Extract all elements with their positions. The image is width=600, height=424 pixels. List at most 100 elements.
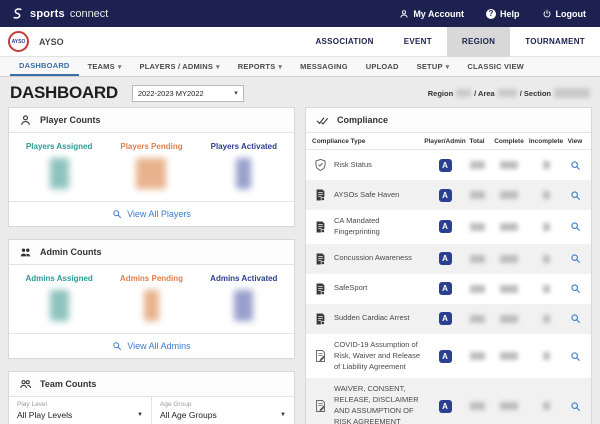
admins-activated-value-redacted bbox=[234, 290, 253, 321]
ayso-logo: AYSO bbox=[8, 31, 29, 52]
top-bar: sports connect My Account Help Logout bbox=[0, 0, 600, 27]
admins-pending-label: Admins Pending bbox=[105, 274, 197, 283]
nav-players-admins[interactable]: PLAYERS / ADMINS bbox=[131, 57, 229, 76]
view-icon[interactable] bbox=[570, 283, 581, 294]
season-select[interactable]: 2022-2023 MY2022 ▾ bbox=[132, 85, 244, 102]
age-group-select[interactable]: Age Group All Age Groups ▼ bbox=[152, 397, 294, 424]
ayso-logo-text: AYSO bbox=[12, 40, 26, 44]
view-icon[interactable] bbox=[570, 221, 581, 232]
tab-association[interactable]: ASSOCIATION bbox=[300, 27, 388, 57]
compliance-type-name: AYSOs Safe Haven bbox=[334, 190, 427, 201]
org-tabs: ASSOCIATION EVENT REGION TOURNAMENT bbox=[300, 27, 600, 57]
help-label: Help bbox=[500, 9, 520, 19]
table-row[interactable]: Concussion Awareness A bbox=[306, 244, 591, 274]
player-admin-badge: A bbox=[439, 159, 452, 172]
view-all-admins-label: View All Admins bbox=[127, 341, 190, 351]
table-row[interactable]: Risk Status A bbox=[306, 150, 591, 180]
view-icon[interactable] bbox=[570, 313, 581, 324]
my-account-button[interactable]: My Account bbox=[399, 9, 464, 19]
view-icon[interactable] bbox=[570, 190, 581, 201]
document-icon bbox=[312, 188, 328, 202]
double-check-icon bbox=[316, 114, 329, 127]
view-icon[interactable] bbox=[570, 160, 581, 171]
document-edit-icon bbox=[312, 349, 328, 363]
total-value-redacted bbox=[470, 223, 485, 231]
players-activated-value-redacted bbox=[236, 158, 251, 189]
brand-s-icon bbox=[10, 6, 25, 21]
player-counts-header: Player Counts bbox=[9, 108, 294, 133]
compliance-type-name: Risk Status bbox=[334, 160, 427, 171]
region-value-redacted bbox=[456, 89, 471, 97]
total-value-redacted bbox=[470, 315, 485, 323]
chevron-down-icon: ▼ bbox=[280, 412, 286, 418]
table-row[interactable]: AYSOs Safe Haven A bbox=[306, 180, 591, 210]
table-row[interactable]: WAIVER, CONSENT, RELEASE, DISCLAIMER AND… bbox=[306, 378, 591, 424]
region-info: Region / Area / Section bbox=[428, 88, 590, 98]
players-pending-stat: Players Pending bbox=[105, 142, 197, 193]
tab-region[interactable]: REGION bbox=[447, 27, 510, 57]
area-value-redacted bbox=[498, 89, 517, 97]
question-icon bbox=[486, 9, 496, 19]
complete-value-redacted bbox=[500, 352, 518, 360]
nav-upload[interactable]: UPLOAD bbox=[357, 57, 408, 76]
shield-check-icon bbox=[312, 158, 328, 172]
section-value-redacted bbox=[554, 88, 590, 98]
nav-setup[interactable]: SETUP bbox=[408, 57, 459, 76]
tab-tournament[interactable]: TOURNAMENT bbox=[510, 27, 600, 57]
player-stats: Players Assigned Players Pending Players… bbox=[9, 133, 294, 195]
compliance-card: Compliance Compliance Type Player/Admin … bbox=[305, 107, 592, 424]
player-admin-badge: A bbox=[439, 400, 452, 413]
people-outline-icon bbox=[19, 378, 32, 391]
view-all-players-link[interactable]: View All Players bbox=[9, 201, 294, 226]
area-label: / Area bbox=[474, 89, 495, 98]
nav-messaging[interactable]: MESSAGING bbox=[291, 57, 357, 76]
app-window: sports connect My Account Help Logout AY… bbox=[0, 0, 600, 424]
view-icon[interactable] bbox=[570, 401, 581, 412]
team-counts-title: Team Counts bbox=[40, 379, 96, 389]
document-edit-icon bbox=[312, 399, 328, 413]
player-counts-card: Player Counts Players Assigned Players P… bbox=[8, 107, 295, 227]
season-select-value: 2022-2023 MY2022 bbox=[138, 89, 204, 98]
total-value-redacted bbox=[470, 255, 485, 263]
total-value-redacted bbox=[470, 191, 485, 199]
org-name: AYSO bbox=[39, 37, 64, 47]
view-icon[interactable] bbox=[570, 351, 581, 362]
complete-value-redacted bbox=[500, 315, 518, 323]
nav-dashboard[interactable]: DASHBOARD bbox=[10, 57, 79, 76]
incomplete-value-redacted bbox=[543, 285, 550, 293]
table-row[interactable]: Sudden Cardiac Arrest A bbox=[306, 304, 591, 334]
people-icon bbox=[19, 246, 32, 259]
admins-activated-stat: Admins Activated bbox=[198, 274, 290, 325]
table-row[interactable]: COVID-19 Assumption of Risk, Waiver and … bbox=[306, 334, 591, 379]
chevron-down-icon: ▾ bbox=[234, 89, 238, 97]
document-icon bbox=[312, 282, 328, 296]
chevron-down-icon: ▼ bbox=[137, 412, 143, 418]
logout-button[interactable]: Logout bbox=[542, 9, 587, 19]
user-icon bbox=[399, 9, 409, 19]
nav-teams[interactable]: TEAMS bbox=[79, 57, 131, 76]
compliance-type-name: SafeSport bbox=[334, 283, 427, 294]
nav-reports[interactable]: REPORTS bbox=[229, 57, 291, 76]
play-level-label: Play Level bbox=[17, 401, 143, 408]
player-admin-badge: A bbox=[439, 252, 452, 265]
nav-classic-view[interactable]: CLASSIC VIEW bbox=[458, 57, 533, 76]
players-assigned-stat: Players Assigned bbox=[13, 142, 105, 193]
compliance-table-body: Risk Status A AYSOs Safe Haven A bbox=[306, 150, 591, 424]
tab-event[interactable]: EVENT bbox=[389, 27, 447, 57]
admins-assigned-value-redacted bbox=[50, 290, 69, 321]
compliance-type-name: Sudden Cardiac Arrest bbox=[334, 313, 427, 324]
play-level-select[interactable]: Play Level All Play Levels ▼ bbox=[9, 397, 152, 424]
view-all-admins-link[interactable]: View All Admins bbox=[9, 333, 294, 358]
help-button[interactable]: Help bbox=[486, 9, 520, 19]
total-value-redacted bbox=[470, 285, 485, 293]
table-row[interactable]: SafeSport A bbox=[306, 274, 591, 304]
col-view: View bbox=[565, 138, 585, 145]
admins-activated-label: Admins Activated bbox=[198, 274, 290, 283]
my-account-label: My Account bbox=[413, 9, 464, 19]
incomplete-value-redacted bbox=[543, 223, 550, 231]
table-row[interactable]: CA Mandated Fingerprinting A bbox=[306, 210, 591, 244]
sports-connect-logo[interactable]: sports connect bbox=[10, 6, 108, 21]
player-counts-title: Player Counts bbox=[40, 115, 101, 125]
search-icon bbox=[112, 341, 122, 351]
view-icon[interactable] bbox=[570, 253, 581, 264]
